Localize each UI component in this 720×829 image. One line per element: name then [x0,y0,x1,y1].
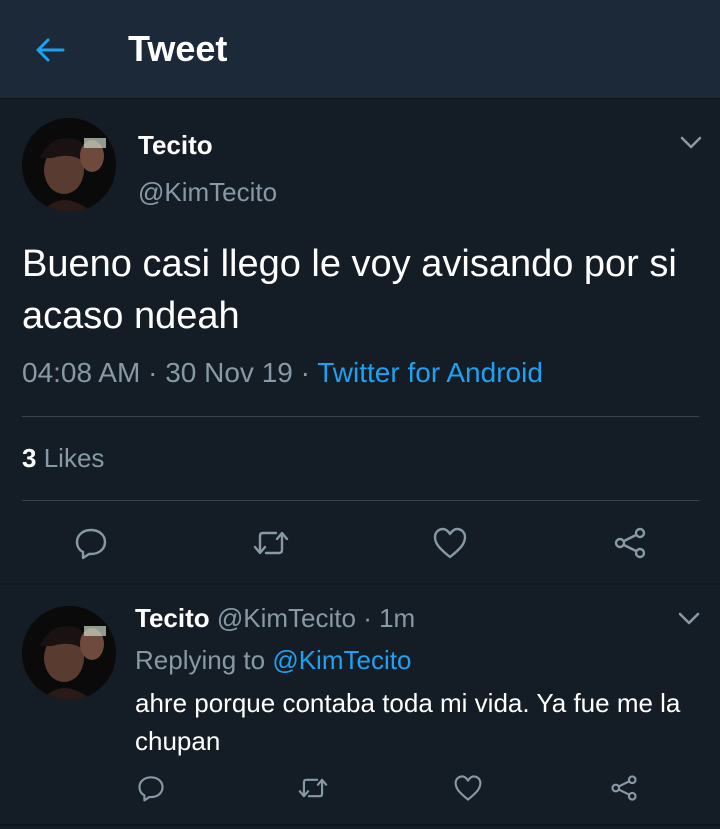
like-button[interactable] [427,520,473,566]
chevron-down-icon [680,136,702,149]
reply-author-name[interactable]: Tecito [135,603,210,633]
replying-to-handle[interactable]: @KimTecito [272,645,411,675]
reply-separator: · [363,603,380,633]
reply-icon [75,528,107,560]
divider [22,500,699,501]
replying-to: Replying to @KimTecito [135,645,411,676]
page-title: Tweet [128,28,228,69]
tweet-text: Bueno casi llego le voy avisando por si … [22,243,677,337]
likes-label: Likes [43,443,105,473]
replying-prefix: Replying to [135,645,266,675]
share-button[interactable] [607,520,653,566]
chevron-down-icon [678,612,700,625]
retweet-icon [253,531,289,555]
tweet-time: 04:08 AM [22,357,141,388]
likes-count: 3 [22,443,37,473]
tweet-menu-button[interactable] [678,132,704,154]
reply-header: Tecito @KimTecito · 1m [135,603,415,634]
like-icon [454,775,482,801]
reply-reply-button[interactable] [133,770,169,806]
share-icon [611,775,637,801]
back-button[interactable] [26,30,74,70]
meta-separator: · [300,357,318,388]
avatar[interactable] [22,118,116,212]
retweet-button[interactable] [248,520,294,566]
author-handle[interactable]: @KimTecito [138,177,277,208]
reply-like-button[interactable] [450,770,486,806]
reply-menu-button[interactable] [676,608,702,630]
tweet-source-link[interactable]: Twitter for Android [317,357,543,388]
like-icon [433,527,467,559]
bottom-divider [0,824,720,826]
top-bar: Tweet [0,0,720,99]
tweet-date: 30 Nov 19 [165,357,293,388]
tweet-meta: 04:08 AM · 30 Nov 19 · Twitter for Andro… [22,357,543,389]
section-divider [0,583,720,585]
retweet-icon [298,778,328,798]
share-icon [614,527,646,559]
reply-author-handle[interactable]: @KimTecito [217,603,356,633]
back-arrow-icon [36,38,65,62]
divider [22,416,699,417]
reply-icon [138,776,164,802]
reply-age: 1m [379,603,416,633]
reply-text: ahre porque contaba toda mi vida. Ya fue… [135,688,681,756]
author-name[interactable]: Tecito [138,130,213,161]
reply-retweet-button[interactable] [295,770,331,806]
meta-separator: · [148,357,166,388]
reply-share-button[interactable] [606,770,642,806]
likes-stat[interactable]: 3 Likes [22,443,104,474]
reply-button[interactable] [68,520,114,566]
reply-avatar[interactable] [22,606,116,700]
